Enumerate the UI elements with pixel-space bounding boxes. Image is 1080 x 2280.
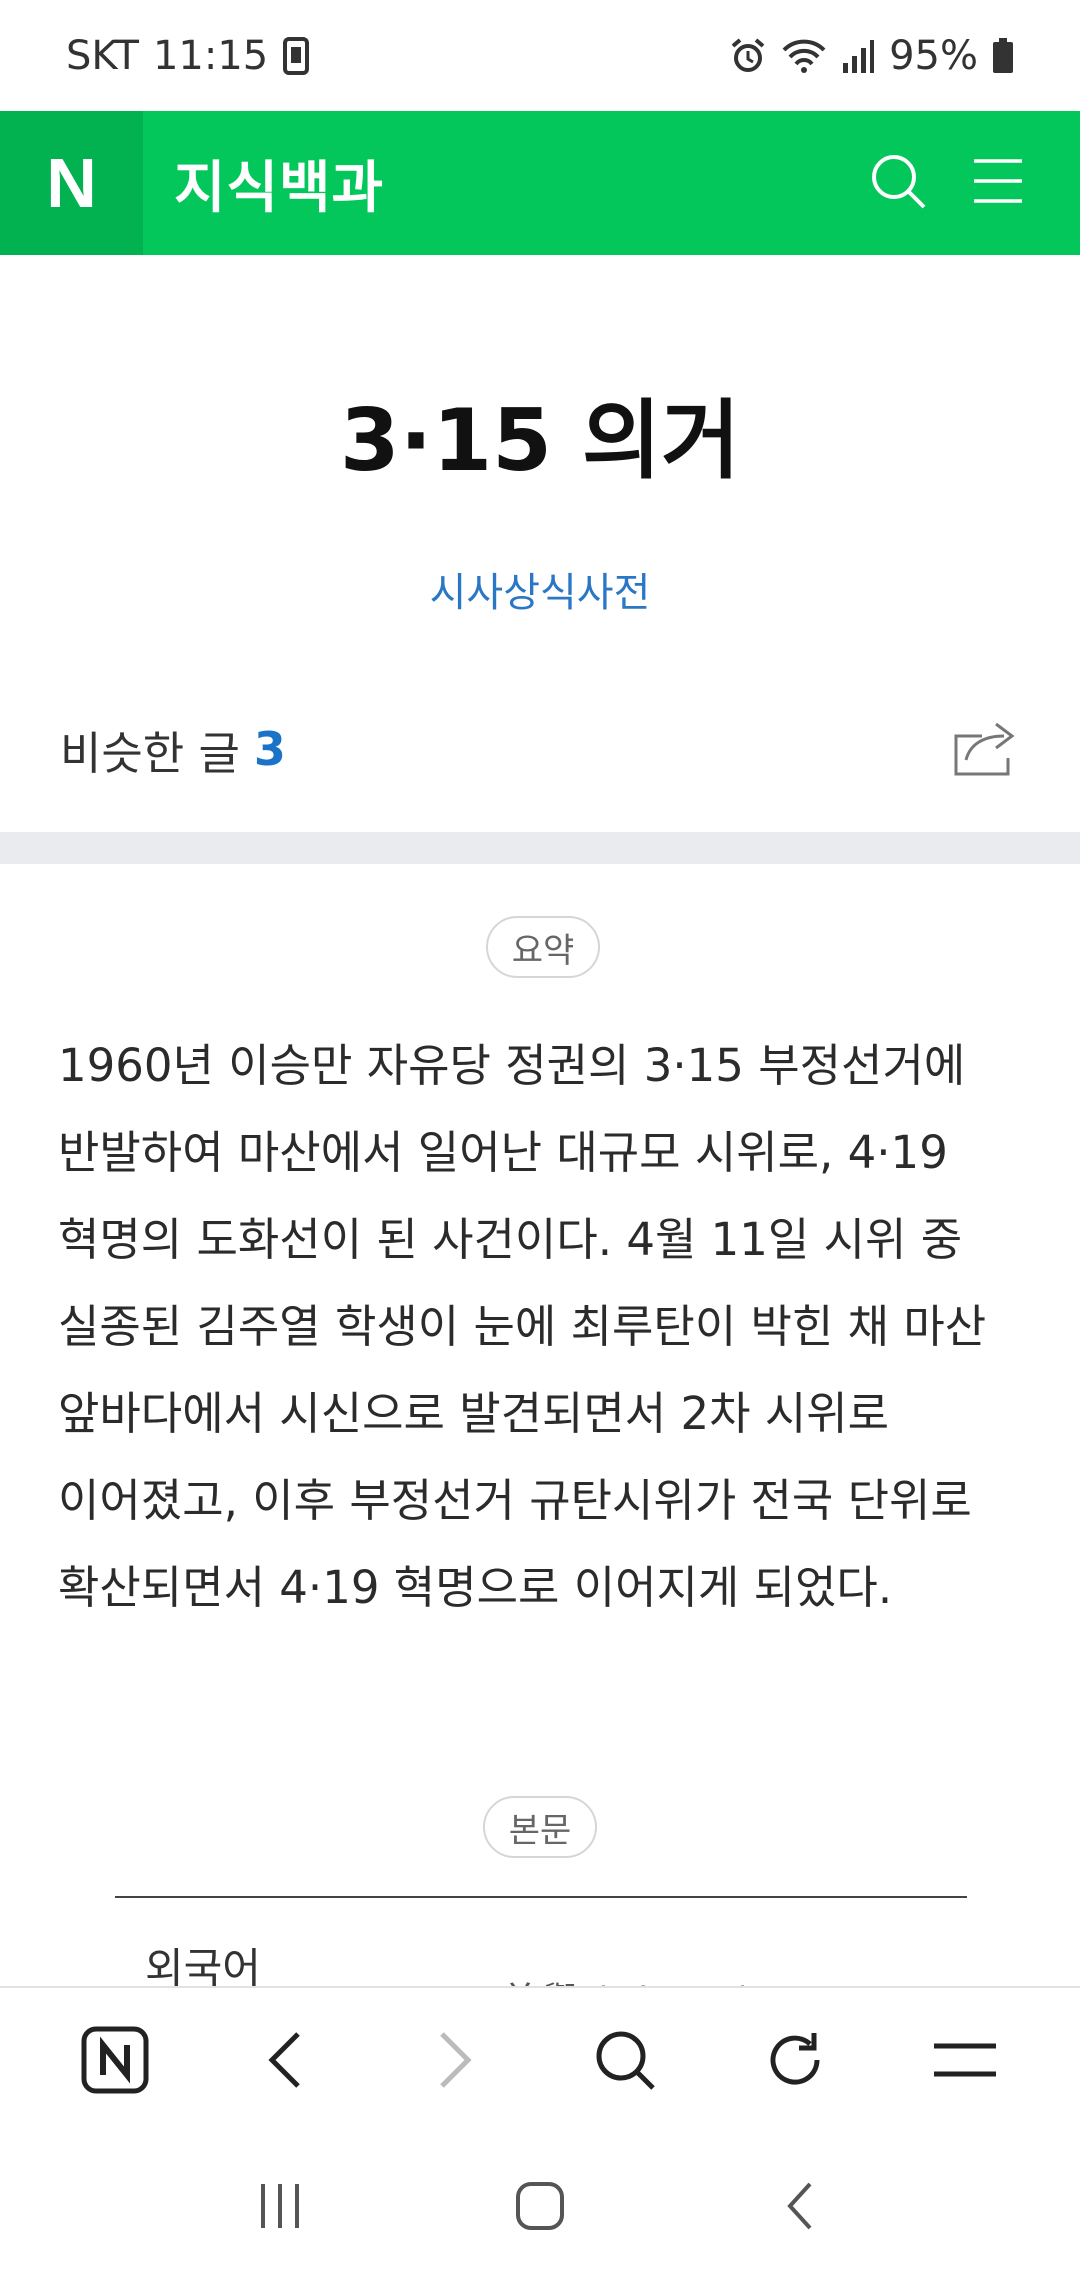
summary-tag: 요약: [486, 916, 600, 978]
similar-articles-label[interactable]: 비슷한 글: [60, 717, 240, 782]
status-left: SKT 11:15: [66, 33, 310, 79]
summary-text: 1960년 이승만 자유당 정권의 3·15 부정선거에 반발하여 마산에서 일…: [58, 1039, 987, 1614]
service-title[interactable]: 지식백과: [174, 143, 384, 224]
article-title: 3·15 의거: [339, 391, 741, 491]
browser-toolbar: [0, 1986, 1080, 2132]
refresh-icon[interactable]: [745, 2010, 845, 2110]
body-tag: 본문: [483, 1796, 597, 1858]
search-icon[interactable]: [868, 151, 928, 215]
naver-logo[interactable]: N: [0, 111, 143, 255]
forward-icon[interactable]: [405, 2010, 505, 2110]
wifi-icon: [781, 37, 827, 75]
naver-home-icon[interactable]: [65, 2010, 165, 2110]
battery-icon: [992, 37, 1014, 75]
page: SKT 11:15 95% N 지식백과 3·15 의거 시사상식사전 비슷한 …: [0, 0, 1080, 2280]
status-bar: SKT 11:15 95%: [0, 0, 1080, 111]
search-icon[interactable]: [575, 2010, 675, 2110]
app-header: N 지식백과: [0, 111, 1080, 255]
menu-icon[interactable]: [915, 2010, 1015, 2110]
status-right: 95%: [729, 33, 1014, 79]
similar-articles-count[interactable]: 3: [254, 722, 286, 776]
alarm-icon: [729, 37, 767, 75]
menu-icon[interactable]: [972, 155, 1024, 211]
battery-level: 95%: [889, 32, 978, 79]
header-actions: [868, 151, 1080, 215]
recent-apps-icon[interactable]: [235, 2161, 325, 2251]
signal-icon: [841, 37, 875, 75]
article-source-link[interactable]: 시사상식사전: [0, 560, 1080, 618]
similar-articles-row: 비슷한 글 3: [60, 718, 1020, 780]
system-nav-bar: [0, 2132, 1080, 2280]
section-divider: [0, 832, 1080, 864]
carrier: SKT: [66, 32, 139, 79]
back-icon[interactable]: [755, 2161, 845, 2251]
home-icon[interactable]: [495, 2161, 585, 2251]
body-divider: [115, 1896, 967, 1898]
screen-icon: [282, 36, 310, 75]
clock: 11:15: [152, 32, 269, 79]
back-icon[interactable]: [235, 2010, 335, 2110]
share-icon[interactable]: [952, 716, 1020, 782]
